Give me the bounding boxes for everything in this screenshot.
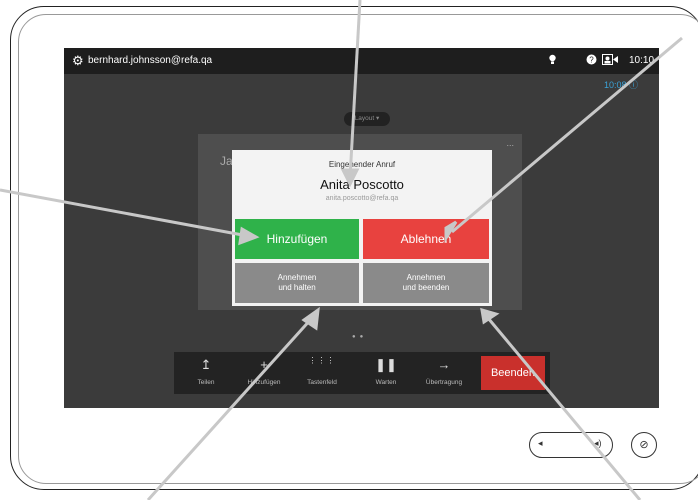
arrow-caller-head bbox=[340, 168, 360, 188]
touch-panel-device: ⚙ bernhard.johnsson@refa.qa ? 10:10 10:0… bbox=[0, 0, 698, 500]
arrow-caller bbox=[348, 0, 362, 179]
arrow-end-head bbox=[480, 307, 500, 325]
arrow-add-head bbox=[238, 226, 260, 246]
callout-arrows bbox=[0, 0, 683, 500]
arrow-hold bbox=[146, 316, 314, 500]
arrow-add bbox=[0, 188, 249, 238]
arrow-decline bbox=[451, 36, 683, 234]
arrow-end bbox=[486, 317, 642, 500]
